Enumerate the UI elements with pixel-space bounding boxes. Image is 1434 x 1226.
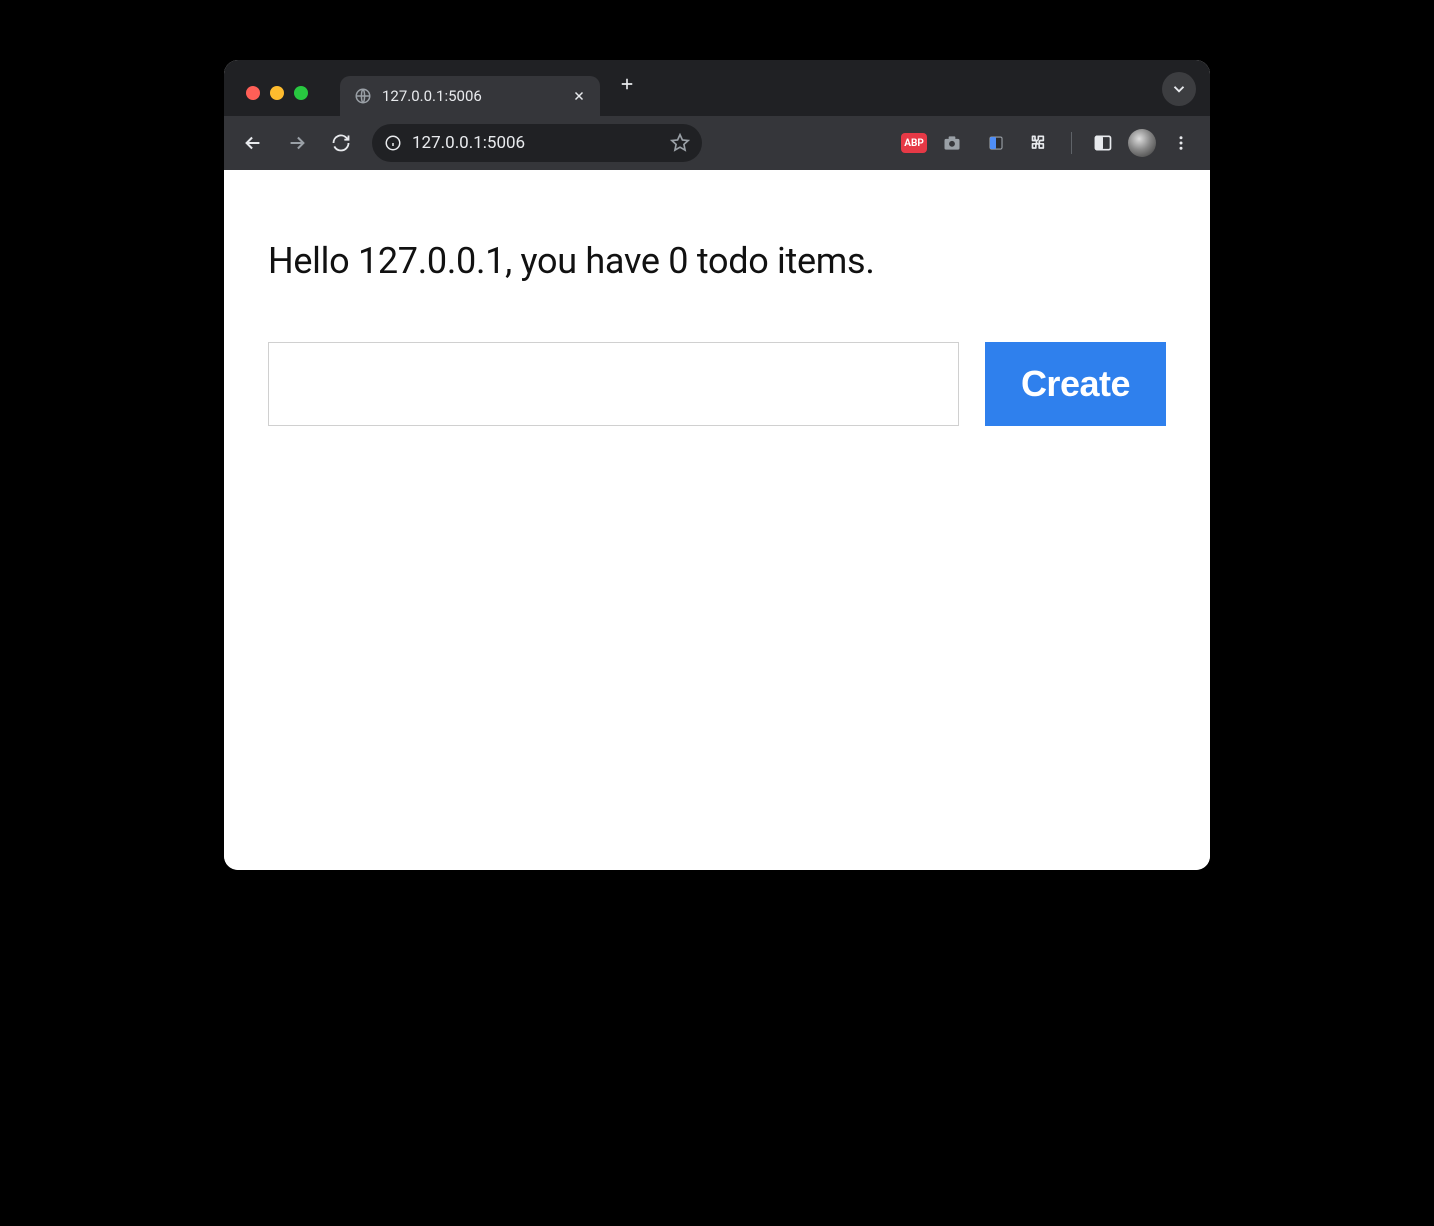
card-extension-icon[interactable] [977, 124, 1015, 162]
kebab-menu-icon[interactable] [1162, 124, 1200, 162]
browser-window: 127.0.0.1:5006 [224, 60, 1210, 870]
address-bar[interactable]: 127.0.0.1:5006 [372, 124, 702, 162]
greeting-heading: Hello 127.0.0.1, you have 0 todo items. [268, 240, 1166, 282]
window-controls [234, 86, 320, 116]
new-tab-button[interactable] [600, 75, 650, 101]
browser-tab[interactable]: 127.0.0.1:5006 [340, 76, 600, 116]
side-panel-icon[interactable] [1084, 124, 1122, 162]
bookmark-star-icon[interactable] [670, 133, 690, 153]
create-button[interactable]: Create [985, 342, 1166, 426]
forward-button[interactable] [278, 124, 316, 162]
abp-label: ABP [904, 138, 924, 149]
site-info-icon[interactable] [384, 134, 402, 152]
reload-button[interactable] [322, 124, 360, 162]
todo-form: Create [268, 342, 1166, 426]
tab-strip: 127.0.0.1:5006 [224, 60, 1210, 116]
maximize-window-button[interactable] [294, 86, 308, 100]
url-text: 127.0.0.1:5006 [412, 133, 660, 153]
browser-toolbar: 127.0.0.1:5006 ABP [224, 116, 1210, 170]
profile-avatar[interactable] [1128, 129, 1156, 157]
close-tab-icon[interactable] [572, 89, 586, 103]
tab-title: 127.0.0.1:5006 [382, 87, 562, 105]
adblock-extension-icon[interactable]: ABP [901, 133, 927, 153]
page-viewport: Hello 127.0.0.1, you have 0 todo items. … [224, 170, 1210, 870]
todo-input[interactable] [268, 342, 959, 426]
extensions-puzzle-icon[interactable] [1021, 124, 1059, 162]
back-button[interactable] [234, 124, 272, 162]
tabs-dropdown-button[interactable] [1162, 72, 1196, 106]
close-window-button[interactable] [246, 86, 260, 100]
globe-icon [354, 87, 372, 105]
camera-extension-icon[interactable] [933, 124, 971, 162]
minimize-window-button[interactable] [270, 86, 284, 100]
toolbar-divider [1071, 132, 1072, 154]
